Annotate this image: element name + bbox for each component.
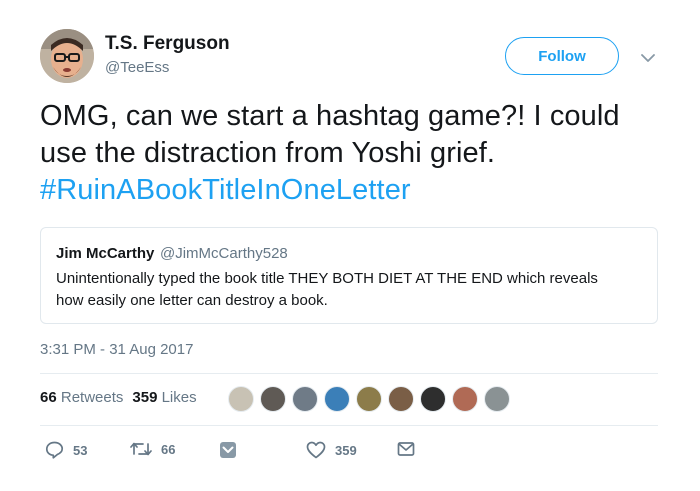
quoted-tweet[interactable]: Jim McCarthy @JimMcCarthy528 Unintention… [40, 227, 658, 324]
liker-avatar[interactable] [292, 386, 318, 412]
share-button[interactable] [397, 441, 415, 457]
author-handle[interactable]: @TeeEss [105, 59, 169, 76]
reply-count: 53 [73, 442, 88, 458]
liker-avatar[interactable] [356, 386, 382, 412]
shield-chevron-icon [220, 442, 236, 458]
like-button[interactable]: 359 [306, 441, 357, 459]
liker-avatar[interactable] [324, 386, 350, 412]
follow-button[interactable]: Follow [505, 37, 619, 75]
likes-count: 359 [132, 389, 158, 406]
envelope-icon [397, 442, 415, 456]
heart-icon [306, 441, 326, 459]
tweet-text-line: use the distraction from Yoshi grief. [40, 137, 496, 169]
tweet-text: OMG, can we start a hashtag game?! I cou… [40, 98, 670, 209]
quoted-display-name: Jim McCarthy [56, 245, 155, 262]
chevron-down-icon[interactable] [638, 48, 658, 68]
reply-button[interactable]: 53 [45, 441, 87, 459]
direct-message-button[interactable] [219, 441, 237, 459]
author-avatar[interactable] [40, 29, 94, 83]
hashtag-link[interactable]: #RuinABookTitleInOneLetter [40, 172, 670, 209]
retweet-button[interactable]: 66 [130, 441, 175, 457]
tweet-card: T.S. Ferguson @TeeEss Follow OMG, can we… [0, 0, 700, 491]
liker-avatars [228, 386, 516, 412]
quoted-text: Unintentionally typed the book title THE… [56, 268, 646, 312]
retweets-stat[interactable]: 66 Retweets [40, 389, 123, 406]
liker-avatar[interactable] [260, 386, 286, 412]
quoted-handle: @JimMcCarthy528 [160, 245, 288, 262]
divider [40, 373, 658, 374]
engagement-stats: 66 Retweets 359 Likes [40, 389, 197, 406]
liker-avatar[interactable] [388, 386, 414, 412]
liker-avatar[interactable] [452, 386, 478, 412]
liker-avatar[interactable] [484, 386, 510, 412]
divider [40, 425, 658, 426]
retweets-count: 66 [40, 389, 57, 406]
quoted-text-line: Unintentionally typed the book title THE… [56, 270, 598, 287]
likes-label: Likes [161, 389, 197, 406]
avatar-portrait [40, 29, 94, 83]
author-display-name[interactable]: T.S. Ferguson [105, 33, 230, 55]
timestamp[interactable]: 3:31 PM - 31 Aug 2017 [40, 341, 193, 358]
like-count: 359 [335, 442, 357, 458]
quoted-text-line: how easily one letter can destroy a book… [56, 292, 328, 309]
liker-avatar[interactable] [420, 386, 446, 412]
reply-icon [45, 441, 64, 459]
tweet-text-line: OMG, can we start a hashtag game?! I cou… [40, 100, 620, 132]
liker-avatar[interactable] [228, 386, 254, 412]
retweets-label: Retweets [60, 389, 124, 406]
retweet-count: 66 [161, 441, 176, 457]
retweet-icon [130, 442, 152, 456]
likes-stat[interactable]: 359 Likes [132, 389, 196, 406]
